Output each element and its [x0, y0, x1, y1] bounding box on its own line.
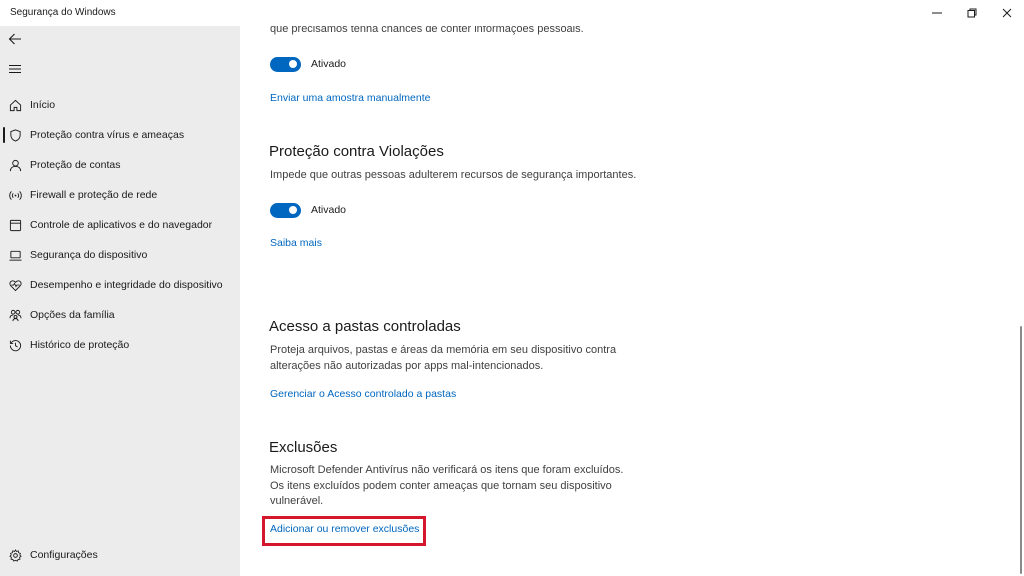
learn-more-link[interactable]: Saiba mais [270, 237, 322, 249]
sidebar-item-account-protection[interactable]: Proteção de contas [0, 152, 240, 178]
sample-submission-toggle[interactable] [270, 56, 301, 72]
sidebar-item-protection-history[interactable]: Histórico de proteção [0, 332, 240, 358]
history-icon [8, 338, 22, 352]
sidebar-item-device-performance[interactable]: Desempenho e integridade do dispositivo [0, 272, 240, 298]
restore-icon [967, 8, 976, 18]
tamper-protection-toggle-row: Ativado [270, 202, 346, 218]
home-icon [8, 98, 22, 112]
app-title: Segurança do Windows [10, 7, 116, 18]
sidebar-item-settings[interactable]: Configurações [0, 542, 240, 568]
sidebar-item-label: Segurança do dispositivo [30, 249, 148, 261]
window-controls [919, 0, 1024, 26]
sidebar-item-device-security[interactable]: Segurança do dispositivo [0, 242, 240, 268]
sidebar-item-label: Histórico de proteção [30, 339, 130, 351]
sample-submission-toggle-label: Ativado [311, 58, 347, 70]
sidebar-item-label: Proteção contra vírus e ameaças [30, 129, 185, 141]
controlled-folder-access-title: Acesso a pastas controladas [269, 318, 461, 335]
vertical-scrollbar[interactable] [1020, 326, 1022, 574]
sidebar-item-label: Desempenho e integridade do dispositivo [30, 279, 223, 291]
family-icon [8, 308, 22, 322]
submit-sample-link[interactable]: Enviar uma amostra manualmente [270, 92, 431, 104]
exclusions-description-line3: vulnerável. [270, 495, 324, 507]
sidebar-item-label: Controle de aplicativos e do navegador [30, 219, 213, 231]
restore-button[interactable] [954, 0, 989, 26]
exclusions-description-line1: Microsoft Defender Antivírus não verific… [270, 464, 624, 476]
close-icon [1002, 8, 1011, 18]
sidebar-item-home[interactable]: Início [0, 92, 240, 118]
exclusions-description-line2: Os itens excluídos podem conter ameaças … [270, 480, 612, 492]
sample-submission-toggle-row: Ativado [270, 56, 346, 72]
sidebar-item-app-browser-control[interactable]: Controle de aplicativos e do navegador [0, 212, 240, 238]
sidebar-item-family-options[interactable]: Opções da família [0, 302, 240, 328]
heart-pulse-icon [8, 278, 22, 292]
tamper-protection-toggle-label: Ativado [311, 204, 347, 216]
sidebar-item-label: Proteção de contas [30, 159, 121, 171]
menu-button[interactable] [6, 60, 24, 78]
tamper-protection-title: Proteção contra Violações [269, 143, 444, 160]
tamper-protection-toggle[interactable] [270, 202, 301, 218]
wireless-icon [8, 188, 22, 202]
gear-icon [8, 548, 22, 562]
sidebar-item-label: Configurações [30, 549, 98, 561]
sidebar-item-virus-protection[interactable]: Proteção contra vírus e ameaças [0, 122, 240, 148]
back-arrow-icon [8, 33, 21, 45]
minimize-icon [931, 12, 942, 14]
controlled-folder-access-description-line1: Proteja arquivos, pastas e áreas da memó… [270, 344, 617, 356]
laptop-icon [8, 248, 22, 262]
highlight-annotation-box [262, 516, 426, 546]
sidebar: Início Proteção contra vírus e ameaças P… [0, 26, 240, 576]
hamburger-icon [9, 65, 21, 73]
sample-submission-description: que precisamos tenha chances de conter i… [270, 26, 584, 35]
sidebar-item-firewall[interactable]: Firewall e proteção de rede [0, 182, 240, 208]
app-window-icon [8, 218, 22, 232]
shield-icon [8, 128, 22, 142]
controlled-folder-access-description-line2: alterações não autorizadas por apps mal-… [270, 360, 544, 372]
close-button[interactable] [989, 0, 1024, 26]
sidebar-item-label: Firewall e proteção de rede [30, 189, 158, 201]
main-content: que precisamos tenha chances de conter i… [240, 26, 1024, 576]
sidebar-item-label: Início [30, 99, 56, 111]
minimize-button[interactable] [919, 0, 954, 26]
tamper-protection-description: Impede que outras pessoas adulterem recu… [270, 169, 637, 181]
back-button[interactable] [6, 30, 24, 48]
title-bar: Segurança do Windows [0, 0, 1024, 26]
sidebar-item-label: Opções da família [30, 309, 115, 321]
person-icon [8, 158, 22, 172]
exclusions-title: Exclusões [269, 439, 338, 456]
manage-controlled-folder-access-link[interactable]: Gerenciar o Acesso controlado a pastas [270, 388, 456, 400]
